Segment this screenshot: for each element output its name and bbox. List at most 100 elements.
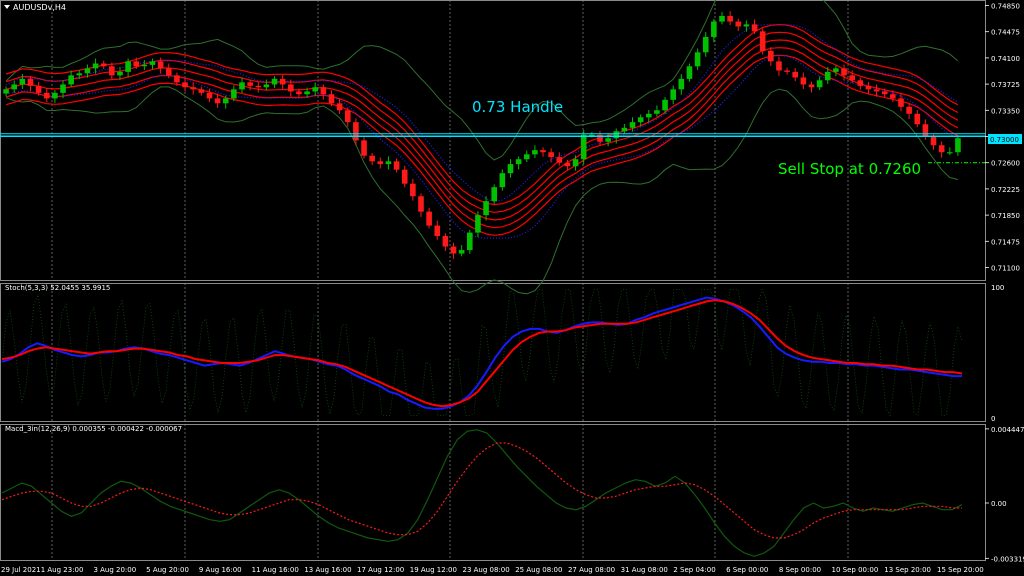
candle-body <box>296 91 302 95</box>
x-tick-label: 3 Aug 20:00 <box>93 566 136 574</box>
triangle-down-icon[interactable] <box>4 5 10 9</box>
x-tick-label: 15 Sep 20:00 <box>937 566 984 574</box>
candle-body <box>165 68 172 76</box>
price-tick-label: 0.72600 <box>991 160 1020 168</box>
candle-body <box>336 103 343 111</box>
x-tick-label: 13 Aug 16:00 <box>304 566 351 574</box>
candle-body <box>670 89 676 100</box>
candle-body <box>109 66 115 76</box>
candle-body <box>678 78 685 90</box>
candle-body <box>35 85 42 93</box>
candle-body <box>3 89 9 94</box>
candle-body <box>629 122 636 128</box>
candle-body <box>637 117 644 123</box>
candle-body <box>499 173 506 188</box>
stoch-signal-line <box>1 299 963 408</box>
candle-body <box>434 225 441 237</box>
price-tick-label: 0.74475 <box>991 29 1020 37</box>
x-tick-label: 29 Jul 2021 <box>1 566 41 574</box>
candle-body <box>328 94 335 104</box>
candle-body <box>654 110 660 114</box>
candle-body <box>174 75 180 83</box>
chart-canvas[interactable]: 29 Jul 2021 1 Aug 23:00 3 Aug 20:00 5 Aug 2… <box>0 0 1024 576</box>
candle-body <box>312 87 319 92</box>
candle-body <box>873 89 880 92</box>
candle-body <box>532 150 538 155</box>
candle-body <box>60 84 66 93</box>
candle-body <box>410 183 416 197</box>
price-tick-label: 0.71850 <box>991 212 1020 220</box>
candle-body <box>222 98 229 104</box>
macd-tick-label: -0.003319 <box>991 555 1024 563</box>
price-tick-label: 0.71100 <box>991 265 1020 273</box>
candle-body <box>43 92 50 99</box>
candle-body <box>466 232 473 251</box>
candle-body <box>377 161 384 165</box>
candle-body <box>255 85 262 88</box>
candle-body <box>523 154 530 160</box>
candle-body <box>52 92 58 99</box>
candle-body <box>735 21 742 27</box>
candle-body <box>946 152 953 154</box>
candle-body <box>483 201 489 216</box>
candle-body <box>361 140 367 156</box>
stoch-pane-frame <box>0 283 986 422</box>
candle-body <box>157 61 164 69</box>
candle-body <box>906 106 912 114</box>
candle-body <box>84 68 91 74</box>
x-tick-label: 13 Sep 20:00 <box>884 566 931 574</box>
candle-body <box>572 159 579 167</box>
candle-body <box>344 110 351 123</box>
envelope-line <box>5 47 959 229</box>
candle-body <box>768 50 774 62</box>
stoch-main-line <box>1 296 962 410</box>
candle-body <box>214 98 221 104</box>
candle-body <box>930 136 937 146</box>
candle-body <box>922 124 929 137</box>
candle-body <box>231 89 237 99</box>
x-tick-label: 1 Aug 23:00 <box>41 566 84 574</box>
candle-body <box>580 134 587 160</box>
macd-signal-line <box>1 442 962 539</box>
candle-body <box>564 162 571 167</box>
symbol-dropdown[interactable]: AUDUSDv,H4 <box>4 3 66 12</box>
candle-body <box>393 161 400 170</box>
stoch-fast-line <box>1 288 963 417</box>
envelope-line <box>5 31 959 213</box>
x-tick-label: 11 Aug 16:00 <box>252 566 299 574</box>
price-tag-label: 0.73000 <box>990 136 1019 144</box>
price-tick-label: 0.71475 <box>991 238 1020 246</box>
handle-annotation: 0.73 Handle <box>472 98 563 116</box>
candle-body <box>19 78 26 85</box>
candle-body <box>141 64 148 67</box>
candle-body <box>247 82 253 86</box>
candle-body <box>100 63 107 67</box>
candle-body <box>149 61 156 65</box>
candle-body <box>955 138 961 153</box>
candle-body <box>239 82 245 90</box>
candle-body <box>198 89 205 93</box>
candle-body <box>719 15 725 22</box>
candle-body <box>881 91 888 95</box>
candle-body <box>784 70 790 72</box>
candle-body <box>206 92 213 99</box>
candle-body <box>450 246 457 254</box>
candle-body <box>662 99 668 111</box>
candle-body <box>792 71 799 78</box>
candle-body <box>743 24 750 27</box>
candle-body <box>540 150 546 153</box>
candle-body <box>938 145 945 153</box>
candle-body <box>271 78 278 85</box>
candle-body <box>279 78 286 85</box>
price-tick-label: 0.74100 <box>991 55 1020 63</box>
x-tick-label: 19 Aug 12:00 <box>410 566 457 574</box>
x-tick-label: 31 Aug 08:00 <box>621 566 668 574</box>
x-tick-label: 10 Sep 00:00 <box>832 566 879 574</box>
price-tick-label: 0.73725 <box>991 81 1020 89</box>
candle-body <box>68 75 74 85</box>
candle-body <box>556 157 563 163</box>
candle-body <box>605 138 611 142</box>
handle-price-tag: 0.73000 <box>988 134 1022 144</box>
candle-body <box>865 85 872 90</box>
candle-body <box>751 24 758 32</box>
